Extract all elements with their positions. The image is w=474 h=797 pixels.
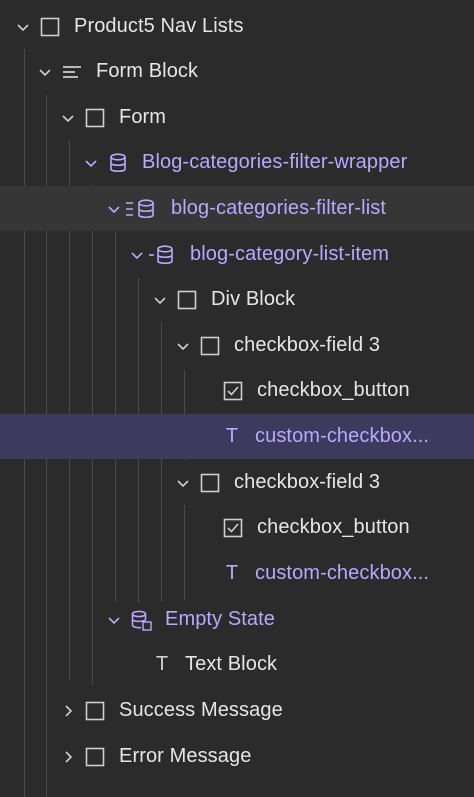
tree-row-custom-checkbox[interactable]: T custom-checkbox... bbox=[0, 414, 474, 459]
box-icon bbox=[83, 106, 107, 130]
tree-row-label: checkbox_button bbox=[257, 379, 410, 401]
tree-row-label: blog-categories-filter-list bbox=[171, 197, 386, 219]
chevron-right-icon[interactable] bbox=[59, 748, 77, 766]
tree-row-text-block[interactable]: T Text Block bbox=[0, 642, 474, 687]
checkbox-icon bbox=[221, 516, 245, 540]
text-icon: T bbox=[155, 653, 169, 675]
chevron-down-icon[interactable] bbox=[174, 337, 192, 355]
chevron-down-icon[interactable] bbox=[105, 200, 123, 218]
tree-row-custom-checkbox[interactable]: T custom-checkbox... bbox=[0, 551, 474, 596]
tree-row-form-block[interactable]: Form Block bbox=[0, 49, 474, 94]
tree-row-label: blog-category-list-item bbox=[190, 243, 390, 265]
chevron-down-icon[interactable] bbox=[105, 611, 123, 629]
box-icon bbox=[83, 745, 107, 769]
tree-row-label: Form Block bbox=[96, 60, 199, 82]
chevron-down-icon[interactable] bbox=[36, 63, 54, 81]
tree-row-label: Text Block bbox=[185, 653, 278, 675]
chevron-down-icon[interactable] bbox=[82, 154, 100, 172]
collection-item-icon bbox=[148, 243, 178, 267]
text-icon: T bbox=[225, 425, 239, 447]
box-icon bbox=[38, 15, 62, 39]
tree-row-label: Div Block bbox=[211, 288, 296, 310]
tree-row-label: checkbox-field 3 bbox=[234, 334, 381, 356]
box-icon bbox=[198, 334, 222, 358]
tree-row-label: checkbox-field 3 bbox=[234, 471, 381, 493]
box-icon bbox=[83, 699, 107, 723]
box-icon bbox=[175, 288, 199, 312]
tree-row-product5-nav-lists[interactable]: Product5 Nav Lists bbox=[0, 4, 474, 49]
tree-row-label: custom-checkbox... bbox=[255, 562, 430, 584]
chevron-down-icon[interactable] bbox=[59, 109, 77, 127]
tree-row-blog-categories-filter-wrapper[interactable]: Blog-categories-filter-wrapper bbox=[0, 140, 474, 185]
tree-row-label: Error Message bbox=[119, 745, 252, 767]
tree-row-label: Form bbox=[119, 106, 167, 128]
tree-row-error-message[interactable]: Error Message bbox=[0, 734, 474, 779]
collection-list-icon bbox=[125, 197, 159, 221]
navigator-tree: Product5 Nav Lists Form Block Form Blog-… bbox=[0, 0, 474, 797]
chevron-right-icon[interactable] bbox=[59, 702, 77, 720]
checkbox-icon bbox=[221, 379, 245, 403]
tree-row-label: Success Message bbox=[119, 699, 283, 721]
chevron-down-icon[interactable] bbox=[14, 18, 32, 36]
tree-row-success-message[interactable]: Success Message bbox=[0, 688, 474, 733]
tree-row-label: Empty State bbox=[165, 608, 276, 630]
box-icon bbox=[198, 471, 222, 495]
form-block-icon bbox=[60, 60, 84, 84]
tree-row-checkbox-field[interactable]: checkbox-field 3 bbox=[0, 323, 474, 368]
tree-row-div-block[interactable]: Div Block bbox=[0, 277, 474, 322]
tree-row-label: checkbox_button bbox=[257, 516, 410, 538]
database-icon bbox=[106, 151, 130, 175]
chevron-down-icon[interactable] bbox=[151, 291, 169, 309]
tree-row-blog-categories-filter-list[interactable]: blog-categories-filter-list bbox=[0, 186, 474, 231]
tree-row-label: Product5 Nav Lists bbox=[74, 15, 244, 37]
tree-row-checkbox-button[interactable]: checkbox_button bbox=[0, 505, 474, 550]
tree-row-checkbox-button[interactable]: checkbox_button bbox=[0, 368, 474, 413]
tree-row-form[interactable]: Form bbox=[0, 95, 474, 140]
chevron-down-icon[interactable] bbox=[174, 474, 192, 492]
tree-row-empty-state[interactable]: Empty State bbox=[0, 597, 474, 642]
tree-row-label: custom-checkbox... bbox=[255, 425, 430, 447]
empty-state-icon bbox=[129, 608, 153, 632]
chevron-down-icon[interactable] bbox=[128, 246, 146, 264]
tree-row-label: Blog-categories-filter-wrapper bbox=[142, 151, 408, 173]
tree-row-checkbox-field[interactable]: checkbox-field 3 bbox=[0, 460, 474, 505]
tree-row-blog-category-list-item[interactable]: blog-category-list-item bbox=[0, 232, 474, 277]
text-icon: T bbox=[225, 562, 239, 584]
